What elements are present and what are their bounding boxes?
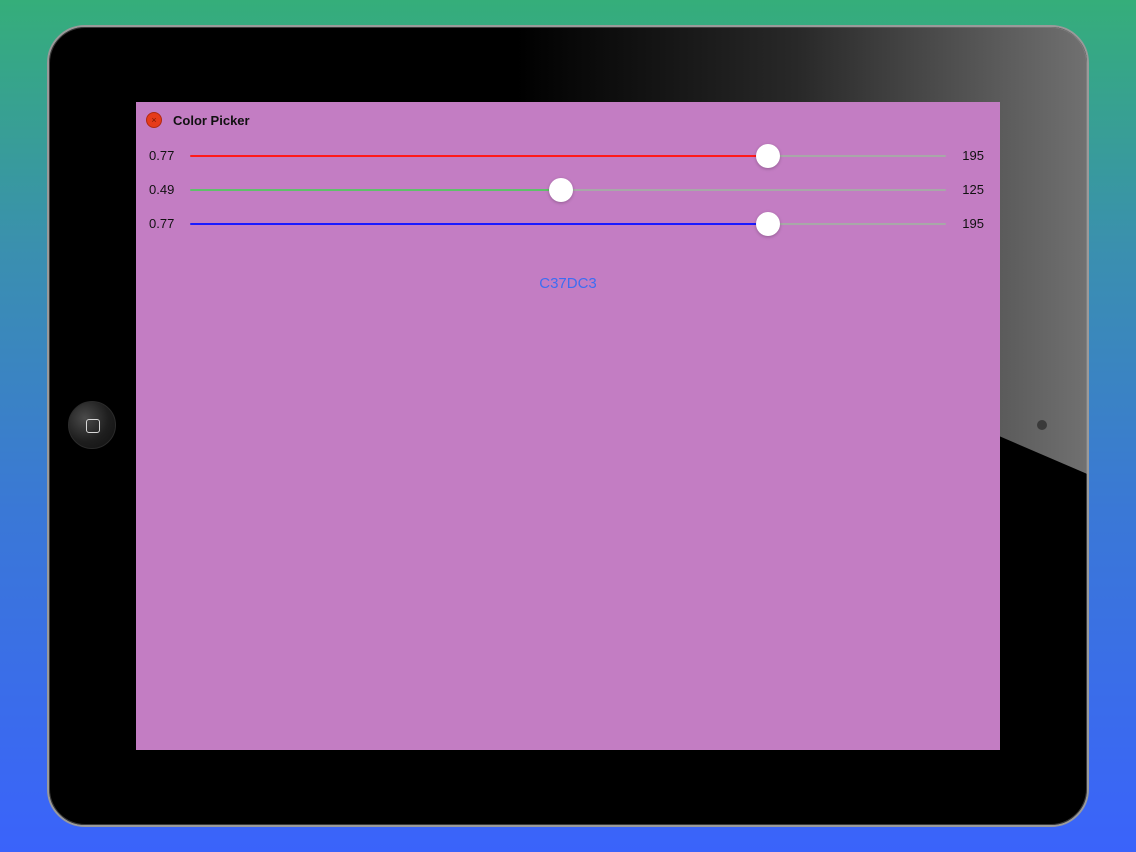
red-slider-thumb[interactable] [756,144,781,168]
home-button[interactable] [68,401,116,449]
red-slider-track[interactable] [190,144,946,168]
blue-slider-fill [190,223,769,225]
blue-slider-row: 0.77 195 [136,212,1000,236]
green-slider-fill [190,189,561,191]
green-slider-thumb[interactable] [548,178,573,202]
blue-slider-thumb[interactable] [756,212,781,236]
red-slider-row: 0.77 195 [136,144,1000,168]
hex-color-label: C37DC3 [539,275,597,292]
camera-dot [1037,420,1047,430]
blue-value-label: 195 [962,216,984,231]
blue-slider-track[interactable] [190,212,946,236]
close-icon: × [151,114,157,125]
blue-fraction-label: 0.77 [149,216,175,231]
red-value-label: 195 [962,148,984,163]
red-fraction-label: 0.77 [149,148,175,163]
home-square-icon [86,419,100,433]
green-fraction-label: 0.49 [149,182,175,197]
green-slider-row: 0.49 125 [136,178,1000,202]
window-title: Color Picker [173,112,250,128]
app-screen: × Color Picker 0.77 195 0.49 125 0.77 19… [136,102,1000,750]
close-button[interactable]: × [146,112,162,128]
red-slider-fill [190,155,769,157]
green-value-label: 125 [962,182,984,197]
title-bar: × Color Picker [146,111,250,129]
green-slider-track[interactable] [190,178,946,202]
